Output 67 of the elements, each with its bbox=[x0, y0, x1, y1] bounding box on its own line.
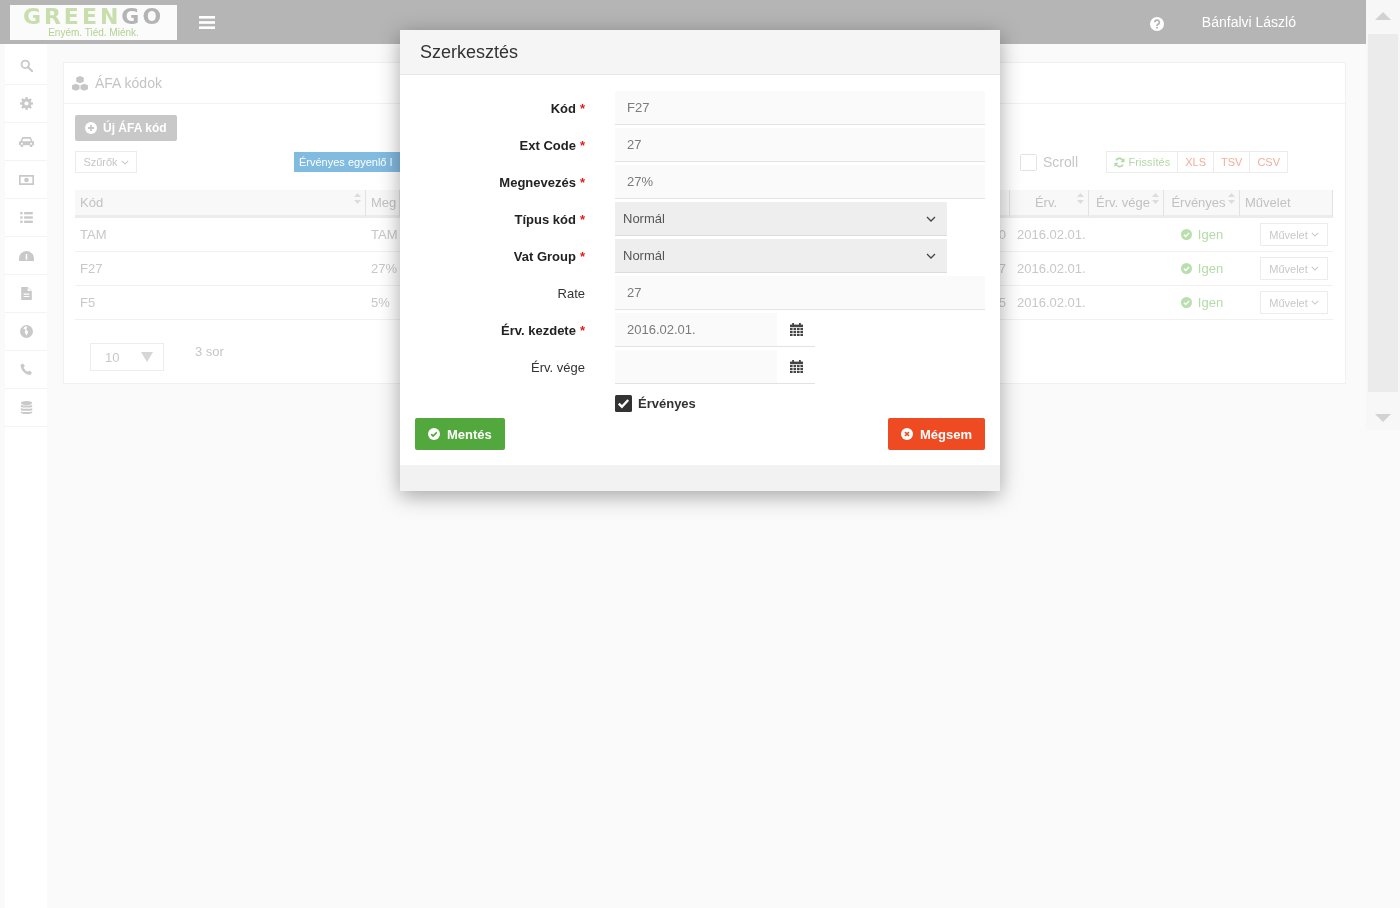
status-text: Igen bbox=[1197, 295, 1224, 310]
car-icon[interactable] bbox=[18, 135, 34, 148]
chevron-down-icon bbox=[926, 215, 936, 222]
status-text: Igen bbox=[1197, 261, 1224, 276]
row-count: 3 sor bbox=[195, 344, 224, 359]
database-icon[interactable] bbox=[19, 401, 33, 414]
date-field[interactable]: 2016.02.01. bbox=[615, 313, 777, 347]
field-label: Ext Code * bbox=[518, 137, 585, 153]
list-icon[interactable] bbox=[19, 212, 33, 223]
logo[interactable]: GREEN GO Enyém. Tiéd. Miénk. bbox=[10, 4, 177, 40]
scroll-down-arrow-icon[interactable] bbox=[1375, 414, 1391, 422]
search-icon[interactable] bbox=[19, 59, 33, 72]
logo-wordmark: GREEN GO bbox=[22, 6, 165, 27]
user-name[interactable]: Bánfalvi László bbox=[1201, 14, 1296, 30]
input-field[interactable]: 27 bbox=[615, 276, 985, 310]
checkbox-label[interactable]: Érvényes bbox=[638, 396, 696, 411]
help-icon[interactable] bbox=[1149, 17, 1164, 31]
phone-icon[interactable] bbox=[19, 363, 33, 376]
globe-icon[interactable] bbox=[19, 325, 33, 338]
card-title: ÁFA kódok bbox=[95, 75, 162, 91]
field-label: Érv. kezdete * bbox=[500, 322, 585, 338]
chevron-down-icon bbox=[1310, 266, 1319, 271]
calendar-icon bbox=[789, 323, 803, 336]
filter-tag[interactable]: Érvényes egyenlő I bbox=[294, 152, 402, 172]
select-field[interactable]: Normál bbox=[615, 202, 947, 236]
refresh-icon bbox=[1113, 156, 1125, 168]
input-field[interactable]: 27% bbox=[615, 165, 985, 199]
calendar-icon bbox=[789, 360, 803, 373]
column-header[interactable] bbox=[1000, 190, 1010, 218]
banknote-icon[interactable] bbox=[18, 173, 34, 186]
checkbox[interactable] bbox=[615, 395, 632, 412]
gear-icon[interactable] bbox=[19, 97, 33, 110]
field-label: Érv. vége bbox=[530, 359, 585, 375]
field-label: Vat Group * bbox=[512, 248, 585, 264]
checkbox[interactable] bbox=[1020, 153, 1037, 171]
chevron-down-icon bbox=[926, 252, 936, 259]
field-label: Kód * bbox=[549, 100, 585, 116]
scroll-up-arrow-icon[interactable] bbox=[1375, 12, 1391, 20]
select-field[interactable]: Normál bbox=[615, 239, 947, 273]
checkbox-label[interactable]: Scroll bbox=[1043, 154, 1078, 170]
field-label: Típus kód * bbox=[513, 211, 585, 227]
sort-icon[interactable] bbox=[354, 193, 361, 204]
chevron-down-icon bbox=[120, 159, 129, 165]
cancel-button[interactable]: Mégsem bbox=[887, 418, 985, 450]
filter-dropdown-button[interactable]: Szűrők bbox=[75, 151, 137, 173]
gauge-icon[interactable] bbox=[18, 249, 34, 262]
sort-icon[interactable] bbox=[1228, 193, 1235, 204]
input-field[interactable]: 27 bbox=[615, 128, 985, 162]
cubes-icon bbox=[71, 75, 89, 91]
caret-down-icon bbox=[141, 352, 153, 362]
field-label: Megnevezés * bbox=[498, 174, 585, 190]
modal-title: Szerkesztés bbox=[420, 41, 519, 63]
save-button[interactable]: Mentés bbox=[415, 418, 505, 450]
sort-icon[interactable] bbox=[1077, 193, 1084, 204]
logo-tagline: Enyém. Tiéd. Miénk. bbox=[48, 27, 139, 38]
chevron-down-icon bbox=[1310, 232, 1319, 237]
chevron-down-icon bbox=[1310, 300, 1319, 305]
input-field[interactable]: F27 bbox=[615, 91, 985, 125]
date-field[interactable] bbox=[615, 350, 777, 384]
document-icon[interactable] bbox=[20, 287, 32, 300]
close-circle-icon bbox=[900, 428, 913, 440]
field-label: Rate bbox=[556, 285, 585, 301]
plus-circle-icon bbox=[85, 122, 97, 134]
menu-icon[interactable] bbox=[199, 15, 215, 29]
sort-icon[interactable] bbox=[1152, 193, 1159, 204]
status-text: Igen bbox=[1197, 227, 1224, 242]
check-circle-icon bbox=[428, 428, 440, 440]
